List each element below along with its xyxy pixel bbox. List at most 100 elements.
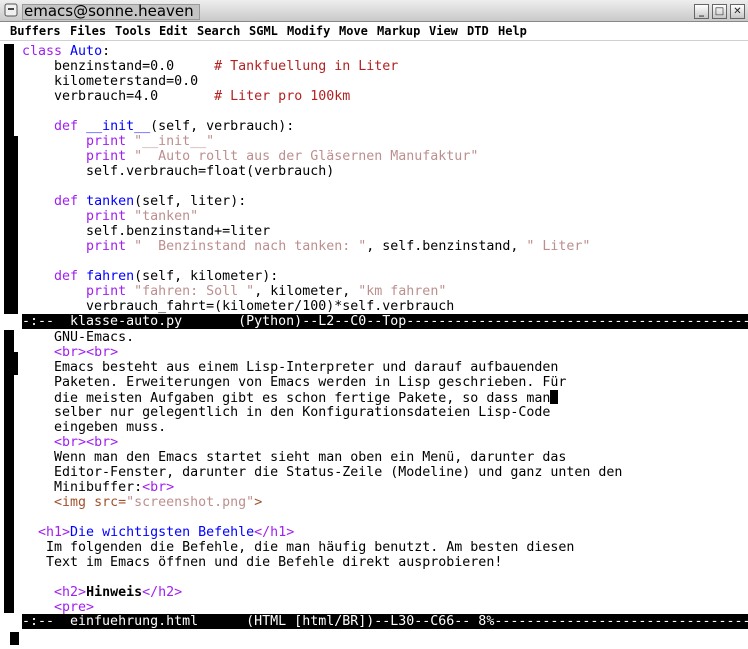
code-token: <br> [142,480,175,495]
menu-search[interactable]: Search [197,24,240,38]
code-token: GNU-Emacs. [22,330,135,345]
minibuffer[interactable] [0,629,748,649]
code-token: src= [94,495,127,510]
code-line[interactable]: def fahren(self, kilometer): [22,269,278,284]
code-token: self.benzinstand+=liter [22,224,271,239]
code-token: verbrauch_fahrt=(kilometer/100)*self.ver… [22,299,455,314]
menu-tools[interactable]: Tools [115,24,151,38]
code-token: (self, liter): [134,194,247,209]
code-line[interactable]: <br><br> [22,435,118,450]
code-token: Im folgenden die Befehle, die man häufig… [22,540,575,555]
code-line[interactable]: self.verbrauch=float(verbrauch) [22,164,334,179]
close-icon: ✕ [733,6,742,17]
menu-sgml[interactable]: SGML [249,24,278,38]
bottom-modeline[interactable]: -:-- einfuehrung.html (HTML [html/BR])--… [22,614,748,629]
code-token: eingeben muss. [22,420,167,435]
close-button[interactable]: ✕ [730,4,745,19]
code-token: "__init__" [134,134,215,149]
code-line[interactable]: <pre> [22,600,94,614]
code-token: print [86,209,127,224]
top-scrollbar[interactable] [4,44,22,314]
code-line[interactable]: Editor-Fenster, darunter die Status-Zeil… [22,465,622,480]
code-token: verbrauch=4.0 [22,89,215,104]
menu-view[interactable]: View [429,24,458,38]
code-line[interactable]: Emacs besteht aus einem Lisp-Interpreter… [22,360,558,375]
code-line[interactable]: Minibuffer:<br> [22,480,174,495]
code-token: , self.benzinstand, [366,239,527,254]
code-line[interactable]: eingeben muss. [22,420,166,435]
code-line[interactable]: print "fahren: Soll ", kilometer, "km fa… [22,284,446,299]
code-token: " Benzinstand nach tanken: " [134,239,367,254]
code-line[interactable]: class Auto: [22,44,110,59]
top-modeline[interactable]: -:-- klasse-auto.py (Python)--L2--C0--To… [22,314,748,329]
code-line[interactable]: def tanken(self, liter): [22,194,246,209]
maximize-icon: □ [714,6,725,17]
code-line[interactable]: GNU-Emacs. [22,330,134,345]
top-scrollbar-thumb[interactable] [14,44,22,136]
code-token: Editor-Fenster, darunter die Status-Zeil… [22,465,623,480]
code-token: class [22,44,63,59]
html-editor-pane[interactable]: GNU-Emacs. <br><br> Emacs besteht aus ei… [22,330,748,614]
menu-move[interactable]: Move [339,24,368,38]
code-token: Emacs besteht aus einem Lisp-Interpreter… [22,360,559,375]
code-token: (self, kilometer): [134,269,279,284]
menu-buffers[interactable]: Buffers [10,24,61,38]
code-line[interactable]: <h1>Die wichtigsten Befehle</h1> [22,525,294,540]
menu-edit[interactable]: Edit [159,24,188,38]
python-editor-pane[interactable]: class Auto: benzinstand=0.0 # Tankfuellu… [22,44,748,314]
code-token: "screenshot.png" [126,495,255,510]
bottom-scrollbar-thumb-top[interactable] [14,330,22,352]
menu-modify[interactable]: Modify [287,24,330,38]
bottom-scrollbar-trough[interactable] [14,375,22,613]
code-line[interactable]: verbrauch=4.0 # Liter pro 100km [22,89,350,104]
minimize-button[interactable]: _ [694,4,709,19]
code-line[interactable]: Wenn man den Emacs startet sieht man obe… [22,450,566,465]
code-token: <pre> [54,600,95,614]
code-token: tanken [86,194,135,209]
menu-bar: Buffers Files Tools Edit Search SGML Mod… [0,22,748,41]
code-token: die meisten Aufgaben gibt es schon ferti… [22,391,551,406]
code-token: "km fahren" [358,284,447,299]
code-line[interactable]: selber nur gelegentlich in den Konfigura… [22,405,550,420]
code-line[interactable]: kilometerstand=0.0 [22,74,198,89]
code-token: def [54,119,79,134]
code-line[interactable]: Im folgenden die Befehle, die man häufig… [22,540,574,555]
code-line[interactable]: benzinstand=0.0 # Tankfuellung in Liter [22,59,398,74]
menu-dtd[interactable]: DTD [467,24,489,38]
code-token: def [54,194,79,209]
code-line[interactable]: <h2>Hinweis</h2> [22,585,182,600]
code-token: Minibuffer: [22,480,143,495]
menu-files[interactable]: Files [70,24,106,38]
code-line[interactable]: Paketen. Erweiterungen von Emacs werden … [22,375,566,390]
code-line[interactable]: print " Auto rollt aus der Gläsernen Man… [22,149,478,164]
code-token: <h2> [54,585,87,600]
menu-markup[interactable]: Markup [377,24,420,38]
code-line[interactable]: def __init__(self, verbrauch): [22,119,294,134]
code-line[interactable]: <br><br> [22,345,118,360]
code-token: Wenn man den Emacs startet sieht man obe… [22,450,567,465]
code-line[interactable]: verbrauch_fahrt=(kilometer/100)*self.ver… [22,299,454,314]
code-line[interactable]: self.benzinstand+=liter [22,224,270,239]
code-token: Auto [70,44,103,59]
bottom-scrollbar[interactable] [4,330,22,613]
code-line[interactable]: print "tanken" [22,209,198,224]
code-token: <br> [86,435,119,450]
code-token: kilometerstand=0.0 [22,74,199,89]
maximize-button[interactable]: □ [712,4,727,19]
code-line[interactable]: die meisten Aufgaben gibt es schon ferti… [22,390,559,406]
code-line[interactable]: <img src="screenshot.png"> [22,495,262,510]
menu-help[interactable]: Help [498,24,527,38]
minimize-icon: _ [699,6,704,17]
emacs-window-icon[interactable] [4,3,18,17]
code-line[interactable]: Text im Emacs öffnen und die Befehle dir… [22,555,502,570]
code-line[interactable]: print " Benzinstand nach tanken: ", self… [22,239,590,254]
code-line[interactable]: print "__init__" [22,134,214,149]
window-titlebar[interactable]: emacs@sonne.heaven _ □ ✕ [0,0,748,22]
